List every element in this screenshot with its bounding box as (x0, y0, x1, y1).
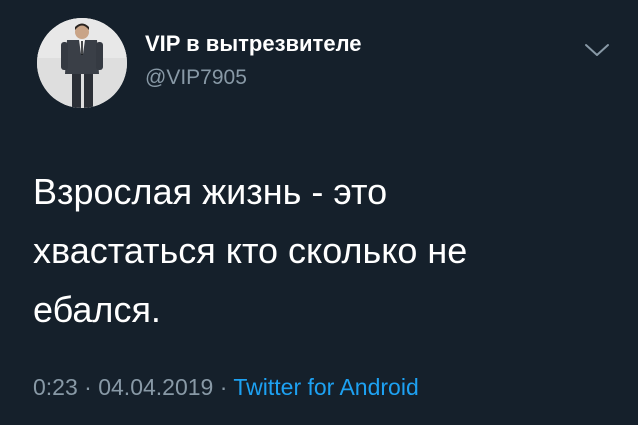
chevron-down-icon[interactable] (582, 38, 612, 62)
tweet-date[interactable]: 04.04.2019 (98, 374, 213, 400)
avatar[interactable] (37, 18, 127, 108)
author-handle[interactable]: @VIP7905 (145, 66, 247, 90)
meta-separator: · (77, 374, 99, 400)
avatar-image (37, 18, 127, 108)
tweet-time[interactable]: 0:23 (33, 374, 78, 400)
tweet-text: Взрослая жизнь - это хвастаться кто скол… (33, 171, 468, 330)
tweet-meta: 0:23 · 04.04.2019 · Twitter for Android (33, 374, 419, 401)
meta-separator: · (213, 374, 234, 400)
tweet-card: VIP в вытрезвителе @VIP7905 Взрослая жиз… (0, 0, 638, 425)
tweet-source-link[interactable]: Twitter for Android (233, 374, 418, 400)
author-display-name[interactable]: VIP в вытрезвителе (145, 31, 362, 57)
